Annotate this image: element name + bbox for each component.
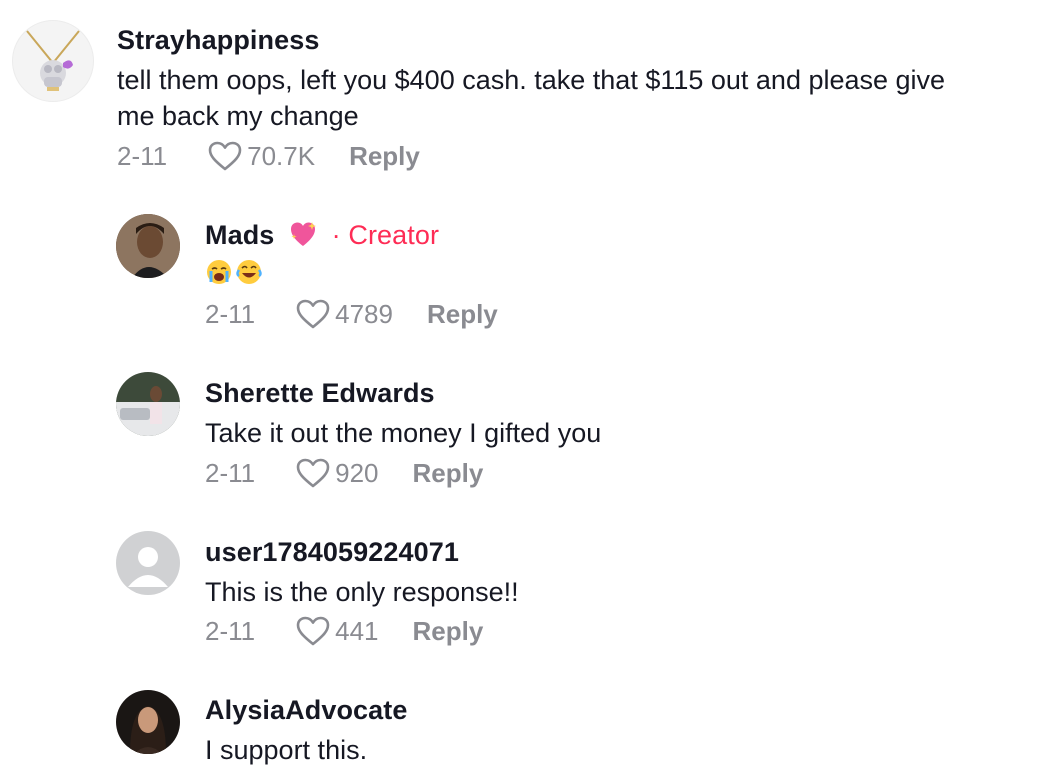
creator-badge-separator: · <box>331 220 341 250</box>
default-user-icon <box>128 547 168 587</box>
heart-outline-icon <box>296 299 330 329</box>
like-button[interactable]: 920 <box>295 457 379 489</box>
comment-meta: 2-11 70.7K Reply <box>117 138 420 174</box>
like-count: 920 <box>335 457 379 488</box>
like-button[interactable]: 4789 <box>295 298 393 330</box>
comment-meta: 2-11 920 Reply <box>205 455 483 491</box>
reply-button[interactable]: Reply <box>349 141 420 172</box>
profile-photo <box>116 214 180 278</box>
comment-meta: 2-11 4789 Reply <box>205 296 498 332</box>
like-count: 70.7K <box>247 140 316 171</box>
like-button[interactable]: 441 <box>295 615 379 647</box>
comment-text: This is the only response!! <box>205 577 519 607</box>
default-avatar[interactable] <box>116 531 180 595</box>
comment-text-continued: me back my change <box>117 101 359 131</box>
profile-photo <box>116 372 180 436</box>
reply-button[interactable]: Reply <box>413 616 484 647</box>
comment-username[interactable]: Strayhappiness <box>117 25 319 56</box>
comment-date: 2-11 <box>205 615 256 646</box>
tears-of-joy-emoji <box>236 260 263 284</box>
pendant-avatar-image <box>26 30 80 91</box>
comment-username[interactable]: Sherette Edwards <box>205 378 435 409</box>
comment-meta: 2-11 441 Reply <box>205 613 483 649</box>
like-count: 4789 <box>335 298 393 329</box>
like-count: 441 <box>335 615 379 646</box>
avatar[interactable] <box>116 372 180 436</box>
comment-username[interactable]: Mads · Creator <box>205 220 439 251</box>
comment-username[interactable]: user1784059224071 <box>205 537 459 568</box>
comment-emoji-text <box>205 258 263 288</box>
like-button[interactable]: 70.7K <box>207 140 315 172</box>
loudly-crying-face-emoji <box>207 260 231 284</box>
creator-badge: Creator <box>348 220 440 250</box>
reply-button[interactable]: Reply <box>427 299 498 330</box>
comment-date: 2-11 <box>205 457 256 488</box>
reply-button[interactable]: Reply <box>413 458 484 489</box>
heart-outline-icon <box>296 616 330 646</box>
comment-date: 2-11 <box>117 140 168 171</box>
comment-text: tell them oops, left you $400 cash. take… <box>117 65 946 95</box>
avatar[interactable] <box>116 214 180 278</box>
heart-outline-icon <box>296 458 330 488</box>
heart-outline-icon <box>208 141 242 171</box>
sparkling-heart-emoji <box>291 221 317 246</box>
avatar[interactable] <box>12 20 94 102</box>
comment-date: 2-11 <box>205 298 256 329</box>
comment-username[interactable]: AlysiaAdvocate <box>205 695 408 726</box>
comment-text: Take it out the money I gifted you <box>205 418 602 448</box>
avatar[interactable] <box>116 690 180 754</box>
username-text: Mads <box>205 220 275 250</box>
profile-photo <box>116 690 180 754</box>
comment-text: I support this. <box>205 735 368 765</box>
